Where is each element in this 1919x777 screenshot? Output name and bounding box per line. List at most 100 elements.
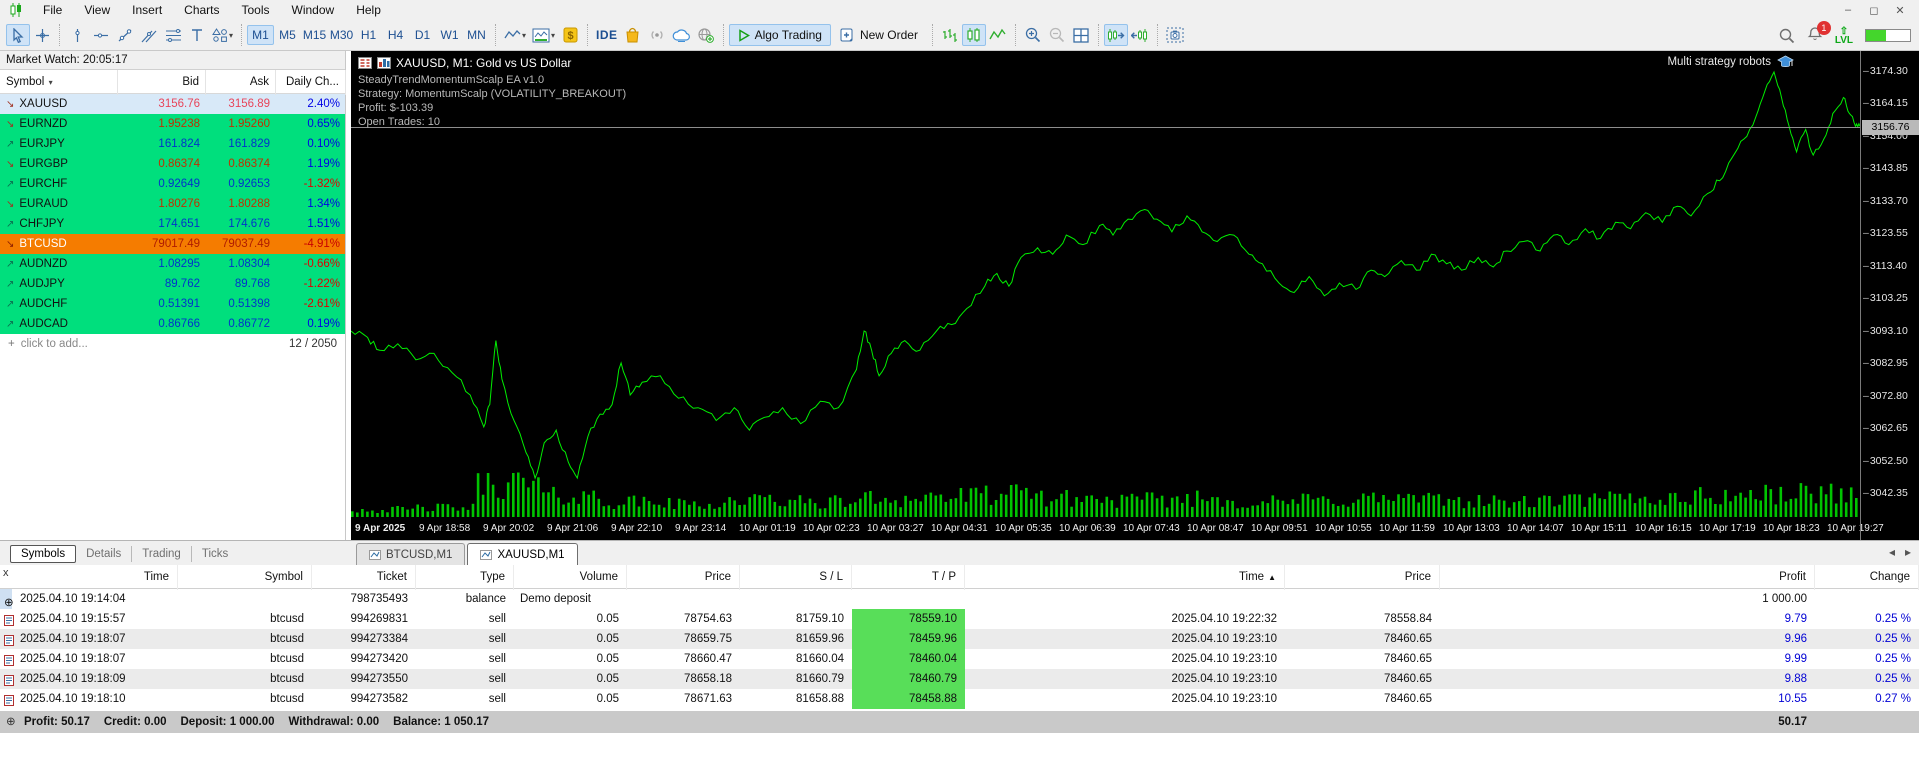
market-watch-tab[interactable]: Symbols <box>10 544 77 563</box>
indicators-dropdown-button[interactable]: ▾ <box>529 24 558 46</box>
restore-button[interactable]: ◻ <box>1863 4 1885 17</box>
chart-window[interactable]: XAUUSD, M1: Gold vs US Dollar SteadyTren… <box>350 51 1919 540</box>
toolbox-column-header[interactable]: Price▲ <box>627 565 740 590</box>
price-axis[interactable]: 3174.303164.153154.003143.853133.703123.… <box>1860 51 1919 540</box>
expand-icon[interactable]: ⊕ <box>6 711 16 733</box>
toolbox-column-header[interactable]: T / P▲ <box>852 565 965 590</box>
scroll-tabs-left-button[interactable]: ◂ <box>1889 545 1895 559</box>
market-watch-row[interactable]: AUDCHF 0.51391 0.51398 -2.61% <box>0 294 345 314</box>
timeframe-button[interactable]: H1 <box>355 25 382 45</box>
timeframe-button[interactable]: M5 <box>274 25 301 45</box>
chart-tab[interactable]: BTCUSD,M1 <box>356 543 466 565</box>
trade-row[interactable]: 2025.04.10 19:18:09 btcusd 994273550 sel… <box>0 669 1919 689</box>
trade-row[interactable]: 2025.04.10 19:18:07 btcusd 994273384 sel… <box>0 629 1919 649</box>
channel-tool-button[interactable] <box>137 24 161 46</box>
notifications-bell[interactable]: 1 <box>1807 21 1831 45</box>
market-watch-tab[interactable]: Trading <box>132 545 192 562</box>
new-order-button[interactable]: New Order <box>831 24 927 46</box>
toolbox-close-icon[interactable]: x <box>3 567 9 579</box>
bar-chart-type-button[interactable] <box>938 24 962 46</box>
minimize-button[interactable]: – <box>1837 4 1859 16</box>
market-watch-tab[interactable]: Ticks <box>192 546 238 562</box>
market-store-button[interactable] <box>621 24 645 46</box>
symbols-dialog-button[interactable]: $ <box>558 24 582 46</box>
market-watch-tab[interactable]: Details <box>76 545 133 562</box>
timeframe-button[interactable]: H4 <box>382 25 409 45</box>
timeframe-button[interactable]: M30 <box>328 25 355 45</box>
toolbox-column-header[interactable]: Profit▲ <box>1440 565 1815 590</box>
trade-row[interactable]: 2025.04.10 19:18:10 btcusd 994273582 sel… <box>0 689 1919 709</box>
menu-item[interactable]: Insert <box>121 1 173 19</box>
community-button[interactable] <box>694 24 718 46</box>
graduation-cap-icon[interactable] <box>1777 55 1794 69</box>
scroll-tabs-right-button[interactable]: ▸ <box>1905 545 1911 559</box>
shapes-tool-button[interactable]: ▾ <box>209 24 236 46</box>
menu-item[interactable]: Window <box>281 1 346 19</box>
click-to-add-row[interactable]: + click to add... 12 / 2050 <box>0 334 345 354</box>
toolbox-column-header[interactable]: Time▲ <box>0 565 178 590</box>
search-icon[interactable] <box>1779 28 1795 44</box>
algo-trading-toggle[interactable]: Algo Trading <box>728 24 831 46</box>
market-watch-row[interactable]: EURJPY 161.824 161.829 0.10% <box>0 134 345 154</box>
level-indicator[interactable]: ⇧ LVL <box>1835 26 1853 45</box>
market-watch-row[interactable]: AUDJPY 89.762 89.768 -1.22% <box>0 274 345 294</box>
market-watch-row[interactable]: XAUUSD 3156.76 3156.89 2.40% <box>0 94 345 114</box>
cloud-button[interactable] <box>669 24 694 46</box>
timeframe-button[interactable]: M15 <box>301 25 328 45</box>
toolbox-column-header[interactable]: Volume▲ <box>514 565 627 590</box>
text-tool-button[interactable] <box>185 24 209 46</box>
market-watch-row[interactable]: AUDCAD 0.86766 0.86772 0.19% <box>0 314 345 334</box>
timeframe-button[interactable]: MN <box>463 25 490 45</box>
column-header-symbol[interactable]: Symbol ▾ <box>0 70 118 95</box>
vertical-line-tool-button[interactable] <box>65 24 89 46</box>
toolbox-column-header[interactable]: S / L▲ <box>740 565 852 590</box>
market-watch-row[interactable]: EURAUD 1.80276 1.80288 1.34% <box>0 194 345 214</box>
fibonacci-tool-button[interactable] <box>161 24 185 46</box>
market-watch-row[interactable]: EURGBP 0.86374 0.86374 1.19% <box>0 154 345 174</box>
line-studies-dropdown-button[interactable]: ▾ <box>501 24 529 46</box>
menu-item[interactable]: File <box>32 1 73 19</box>
market-watch-row[interactable]: BTCUSD 79017.49 79037.49 -4.91% <box>0 234 345 254</box>
trade-row[interactable]: 2025.04.10 19:15:57 btcusd 994269831 sel… <box>0 609 1919 629</box>
menu-item[interactable]: Tools <box>231 1 281 19</box>
column-header-bid[interactable]: Bid <box>118 70 206 95</box>
chart-shift-button[interactable] <box>1128 24 1152 46</box>
column-header-ask[interactable]: Ask <box>206 70 276 95</box>
tile-windows-button[interactable] <box>1069 24 1093 46</box>
toolbox-column-header[interactable]: Change▲ <box>1815 565 1919 590</box>
auto-scroll-button[interactable] <box>1103 24 1128 46</box>
market-watch-row[interactable]: EURNZD 1.95238 1.95260 0.65% <box>0 114 345 134</box>
toolbox-column-header[interactable]: Symbol▲ <box>178 565 312 590</box>
chart-tab[interactable]: XAUUSD,M1 <box>467 543 578 565</box>
timeframe-button[interactable]: D1 <box>409 25 436 45</box>
market-watch-row[interactable]: EURCHF 0.92649 0.92653 -1.32% <box>0 174 345 194</box>
toolbox-column-header[interactable]: Type▲ <box>416 565 514 590</box>
menu-item[interactable]: Charts <box>173 1 230 19</box>
horizontal-line-tool-button[interactable] <box>89 24 113 46</box>
cursor-tool-button[interactable] <box>6 24 30 46</box>
trade-row[interactable]: 2025.04.10 19:18:07 btcusd 994273420 sel… <box>0 649 1919 669</box>
trendline-tool-button[interactable] <box>113 24 137 46</box>
expand-icon[interactable]: ⊕ <box>4 593 14 609</box>
timeframe-button[interactable]: W1 <box>436 25 463 45</box>
market-watch-row[interactable]: CHFJPY 174.651 174.676 1.51% <box>0 214 345 234</box>
candle-chart-type-button[interactable] <box>961 24 986 46</box>
crosshair-tool-button[interactable] <box>30 24 54 46</box>
signals-button[interactable] <box>645 24 669 46</box>
menu-item[interactable]: Help <box>345 1 392 19</box>
zoom-out-button[interactable] <box>1045 24 1069 46</box>
market-watch-row[interactable]: AUDNZD 1.08295 1.08304 -0.66% <box>0 254 345 274</box>
toolbox-column-header[interactable]: Ticket▲ <box>312 565 416 590</box>
toolbox-column-header[interactable]: Time▲ <box>965 565 1285 590</box>
chart-plot-area[interactable]: XAUUSD, M1: Gold vs US Dollar SteadyTren… <box>350 51 1884 534</box>
zoom-in-button[interactable] <box>1021 24 1045 46</box>
close-button[interactable]: ✕ <box>1889 4 1911 17</box>
screenshot-button[interactable] <box>1163 24 1187 46</box>
toolbox-column-header[interactable]: Price▲ <box>1285 565 1440 590</box>
balance-row[interactable]: ⊕ 2025.04.10 19:14:04 798735493 balance D… <box>0 589 1919 609</box>
timeframe-button[interactable]: M1 <box>247 25 275 45</box>
line-chart-type-button[interactable] <box>986 24 1010 46</box>
metaeditor-ide-button[interactable]: IDE <box>593 24 621 46</box>
column-header-daily-change[interactable]: Daily Ch... <box>276 70 346 95</box>
menu-item[interactable]: View <box>73 1 121 19</box>
